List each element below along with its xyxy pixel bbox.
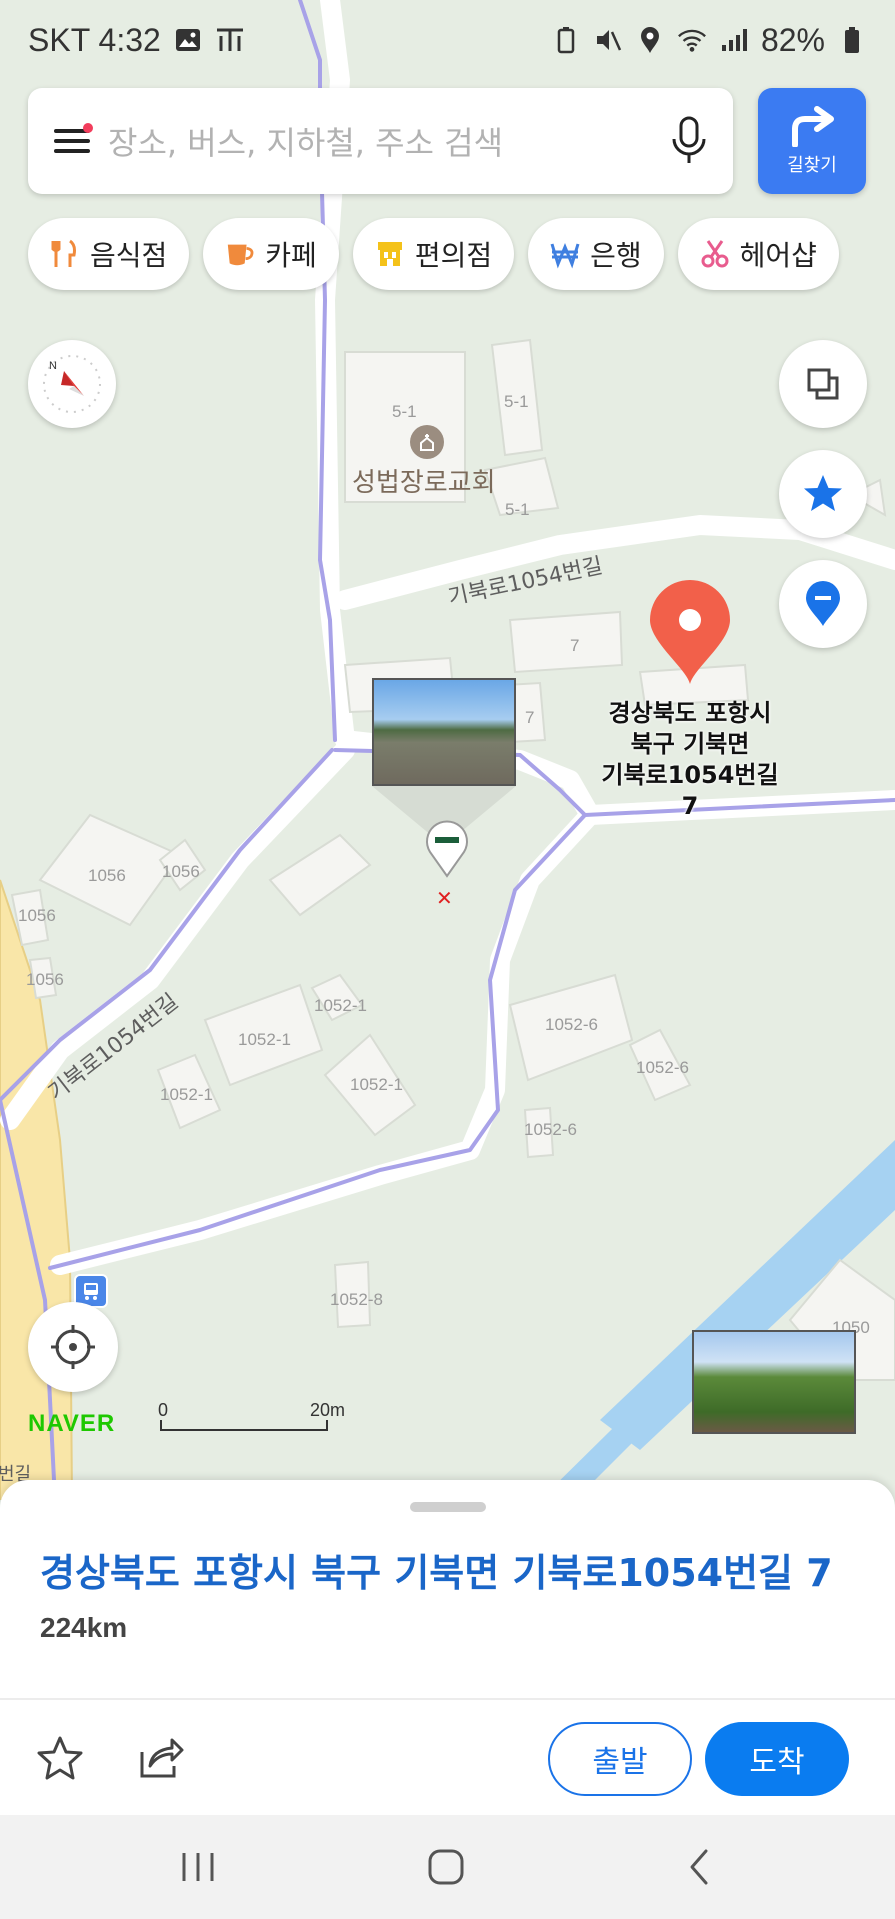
arrive-button[interactable]: 도착 bbox=[705, 1722, 849, 1796]
battery-saver-icon bbox=[551, 25, 581, 55]
lot-label: 7 bbox=[570, 636, 580, 655]
divider bbox=[0, 1698, 895, 1700]
place-info-sheet[interactable]: 경상북도 포항시 북구 기북면 기북로1054번길 7 224km 출발 도착 bbox=[0, 1480, 895, 1815]
destination-pin-icon[interactable] bbox=[646, 578, 734, 686]
microphone-icon[interactable] bbox=[669, 115, 709, 167]
church-label[interactable]: 성법장로교회 bbox=[352, 462, 496, 499]
my-places-button[interactable] bbox=[779, 560, 867, 648]
lot-label: 1056 bbox=[88, 866, 126, 885]
category-chip-cafe[interactable]: 카페 bbox=[203, 218, 339, 290]
my-location-button[interactable] bbox=[28, 1302, 118, 1392]
pin-address-label: 경상북도 포항시 북구 기북면 기북로1054번길 7 bbox=[590, 698, 790, 822]
lot-label: 5-1 bbox=[505, 500, 530, 519]
coffee-cup-icon bbox=[225, 239, 255, 269]
carrier-time: SKT 4:32 bbox=[28, 21, 161, 58]
street-view-thumbnail[interactable] bbox=[372, 678, 516, 786]
lot-label: 1052-1 bbox=[238, 1030, 291, 1049]
scissors-icon bbox=[700, 239, 730, 269]
naver-logo: NAVER bbox=[28, 1410, 116, 1437]
search-input[interactable]: 장소, 버스, 지하철, 주소 검색 bbox=[108, 118, 669, 164]
lot-label: 1052-6 bbox=[524, 1120, 577, 1139]
scale-start: 0 bbox=[158, 1400, 169, 1420]
directions-button[interactable]: 길찾기 bbox=[758, 88, 866, 194]
compass-button[interactable]: N bbox=[28, 340, 116, 428]
svg-text:N: N bbox=[49, 360, 57, 372]
signal-icon bbox=[719, 25, 749, 55]
street-view-camera-icon[interactable] bbox=[424, 818, 470, 878]
save-star-icon[interactable] bbox=[34, 1732, 86, 1784]
location-pin-minus-icon bbox=[806, 581, 840, 626]
lot-label: 1052-6 bbox=[545, 1015, 598, 1034]
share-icon[interactable] bbox=[134, 1732, 186, 1784]
store-icon bbox=[375, 239, 405, 269]
menu-icon[interactable] bbox=[52, 123, 94, 159]
crosshair-icon bbox=[51, 1325, 95, 1369]
wifi-icon bbox=[677, 25, 707, 55]
lot-label: 1052-1 bbox=[314, 996, 367, 1015]
category-label: 카페 bbox=[265, 239, 317, 272]
category-chip-restaurant[interactable]: 음식점 bbox=[28, 218, 190, 290]
category-chips: 음식점 카페 편의점 은행 헤어샵 bbox=[28, 218, 839, 290]
category-label: 음식점 bbox=[90, 239, 168, 272]
back-icon[interactable] bbox=[678, 1845, 722, 1889]
compass-icon: N bbox=[43, 355, 101, 413]
category-chip-hair-salon[interactable]: 헤어샵 bbox=[677, 218, 839, 290]
location-x-marker-icon: ✕ bbox=[436, 886, 453, 910]
image-icon bbox=[173, 25, 203, 55]
lot-label: 1052-1 bbox=[350, 1075, 403, 1094]
lot-label: 1056 bbox=[162, 862, 200, 881]
battery-icon bbox=[837, 25, 867, 55]
t-icon bbox=[215, 25, 245, 55]
church-icon bbox=[410, 425, 444, 459]
favorites-button[interactable] bbox=[779, 450, 867, 538]
category-chip-convenience-store[interactable]: 편의점 bbox=[352, 218, 515, 290]
status-bar: SKT 4:32 82% bbox=[0, 0, 895, 80]
pin-address-line: 북구 기북면 bbox=[630, 730, 750, 758]
lot-label: 1052-1 bbox=[160, 1085, 213, 1104]
lot-label: 5-1 bbox=[504, 392, 529, 411]
fork-knife-icon bbox=[50, 239, 80, 269]
lot-label: 5-1 bbox=[392, 402, 417, 421]
category-label: 은행 bbox=[590, 239, 642, 272]
home-icon[interactable] bbox=[424, 1845, 468, 1889]
lot-label: 7 bbox=[525, 708, 535, 727]
directions-label: 길찾기 bbox=[787, 155, 837, 176]
system-nav-bar bbox=[0, 1815, 895, 1919]
scale-bar bbox=[160, 1420, 328, 1431]
battery-percent: 82% bbox=[760, 21, 825, 58]
lot-label: 1056 bbox=[26, 970, 64, 989]
star-icon bbox=[804, 475, 842, 511]
layers-button[interactable] bbox=[779, 340, 867, 428]
mute-icon bbox=[593, 25, 623, 55]
place-distance: 224km bbox=[40, 1612, 128, 1643]
lot-label: 1052-8 bbox=[330, 1290, 383, 1309]
layers-icon bbox=[807, 368, 839, 400]
depart-button[interactable]: 출발 bbox=[548, 1722, 692, 1796]
recent-apps-icon[interactable] bbox=[176, 1845, 220, 1889]
lot-label: 1056 bbox=[18, 906, 56, 925]
category-label: 헤어샵 bbox=[739, 239, 817, 272]
photo-thumbnail[interactable] bbox=[692, 1330, 856, 1434]
search-bar[interactable]: 장소, 버스, 지하철, 주소 검색 bbox=[28, 88, 733, 194]
won-icon bbox=[550, 239, 580, 269]
lot-label: 1052-6 bbox=[636, 1058, 689, 1077]
sheet-handle[interactable] bbox=[410, 1502, 486, 1512]
turn-right-arrow-icon bbox=[792, 106, 834, 147]
category-label: 편의점 bbox=[414, 239, 493, 272]
pin-address-line: 기북로1054번길 7 bbox=[601, 761, 779, 820]
pin-address-line: 경상북도 포항시 bbox=[608, 699, 772, 727]
place-title: 경상북도 포항시 북구 기북면 기북로1054번길 7 bbox=[40, 1551, 833, 1595]
location-icon bbox=[635, 25, 665, 55]
scale-end: 20m bbox=[310, 1400, 346, 1420]
category-chip-bank[interactable]: 은행 bbox=[528, 218, 664, 290]
